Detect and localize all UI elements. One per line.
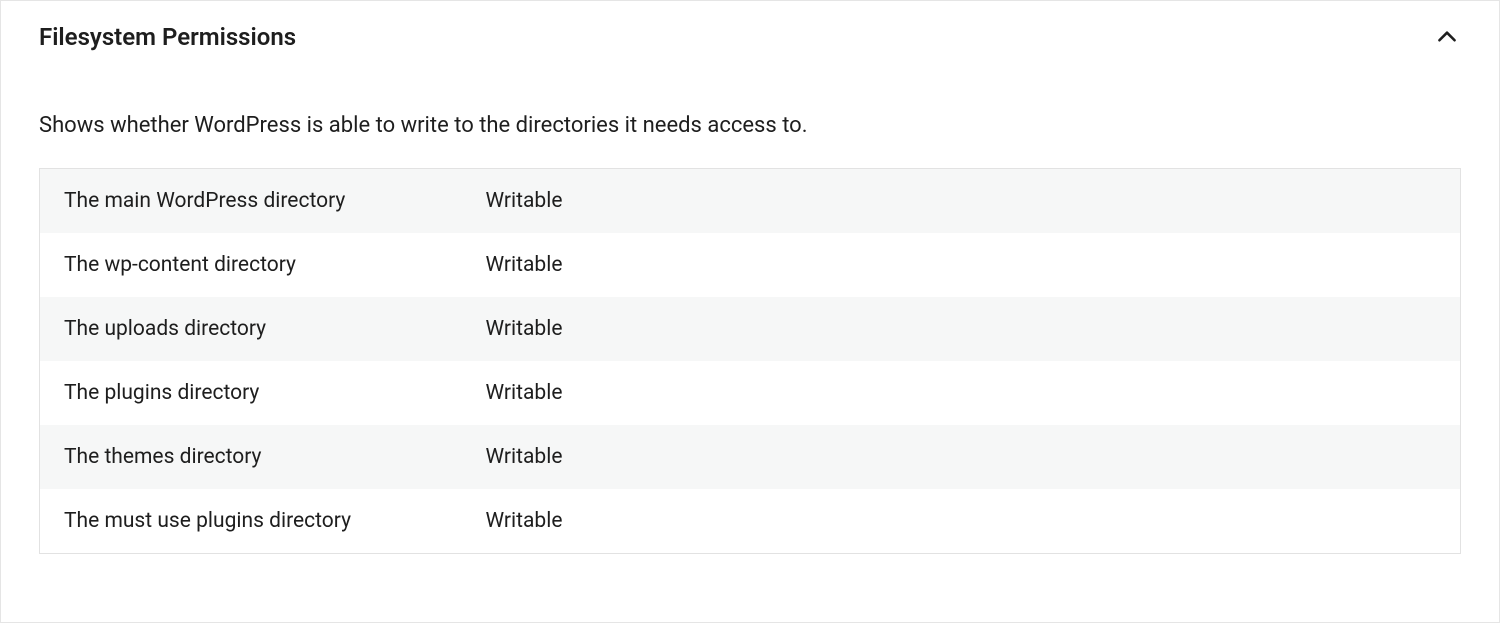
panel-title: Filesystem Permissions xyxy=(39,23,296,51)
permission-value: Writable xyxy=(462,361,1461,425)
permission-label: The main WordPress directory xyxy=(40,169,462,234)
permission-value: Writable xyxy=(462,297,1461,361)
table-row: The uploads directory Writable xyxy=(40,297,1461,361)
permission-label: The must use plugins directory xyxy=(40,489,462,554)
table-row: The must use plugins directory Writable xyxy=(40,489,1461,554)
permission-label: The plugins directory xyxy=(40,361,462,425)
chevron-up-icon xyxy=(1433,23,1461,51)
table-row: The wp-content directory Writable xyxy=(40,233,1461,297)
panel-description: Shows whether WordPress is able to write… xyxy=(39,113,1461,138)
permission-value: Writable xyxy=(462,489,1461,554)
permission-label: The wp-content directory xyxy=(40,233,462,297)
panel-body: Shows whether WordPress is able to write… xyxy=(1,113,1499,582)
permission-value: Writable xyxy=(462,233,1461,297)
permissions-table: The main WordPress directory Writable Th… xyxy=(39,168,1461,554)
table-row: The plugins directory Writable xyxy=(40,361,1461,425)
permission-value: Writable xyxy=(462,425,1461,489)
table-row: The themes directory Writable xyxy=(40,425,1461,489)
permission-label: The uploads directory xyxy=(40,297,462,361)
table-row: The main WordPress directory Writable xyxy=(40,169,1461,234)
filesystem-permissions-panel: Filesystem Permissions Shows whether Wor… xyxy=(0,0,1500,623)
permission-value: Writable xyxy=(462,169,1461,234)
panel-header-toggle[interactable]: Filesystem Permissions xyxy=(1,1,1499,51)
permission-label: The themes directory xyxy=(40,425,462,489)
